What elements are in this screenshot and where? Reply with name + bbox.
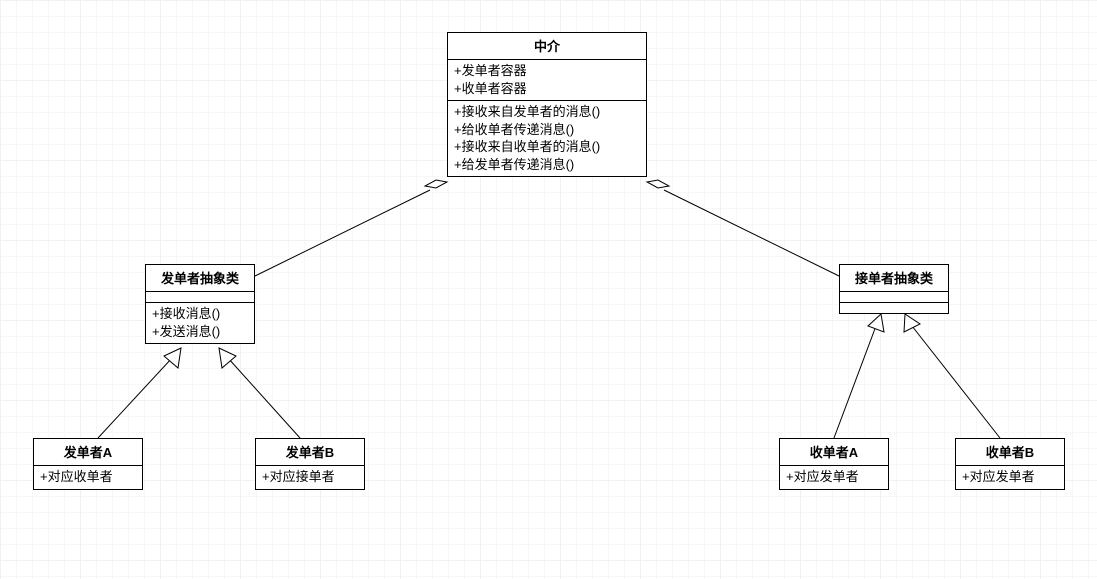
class-operations: +接收消息() +发送消息() xyxy=(146,303,254,343)
attr: +对应发单者 xyxy=(962,468,1058,486)
class-title: 收单者B xyxy=(956,439,1064,466)
class-sender-b[interactable]: 发单者B +对应接单者 xyxy=(255,438,365,490)
class-title: 收单者A xyxy=(780,439,888,466)
attr: +对应收单者 xyxy=(40,468,136,486)
class-title: 发单者抽象类 xyxy=(146,265,254,292)
op: +发送消息() xyxy=(152,323,248,341)
class-attributes: +发单者容器 +收单者容器 xyxy=(448,60,646,101)
class-attributes: +对应收单者 xyxy=(34,466,142,489)
class-mediator[interactable]: 中介 +发单者容器 +收单者容器 +接收来自发单者的消息() +给收单者传递消息… xyxy=(447,32,647,177)
attr: +对应接单者 xyxy=(262,468,358,486)
class-receiver-b[interactable]: 收单者B +对应发单者 xyxy=(955,438,1065,490)
op: +接收消息() xyxy=(152,305,248,323)
class-receiver-abstract[interactable]: 接单者抽象类 xyxy=(839,264,949,314)
op: +接收来自收单者的消息() xyxy=(454,138,640,156)
class-sender-abstract[interactable]: 发单者抽象类 +接收消息() +发送消息() xyxy=(145,264,255,344)
class-operations xyxy=(840,303,948,313)
class-attributes xyxy=(840,292,948,303)
class-sender-a[interactable]: 发单者A +对应收单者 xyxy=(33,438,143,490)
class-title: 发单者B xyxy=(256,439,364,466)
class-attributes: +对应接单者 xyxy=(256,466,364,489)
class-operations: +接收来自发单者的消息() +给收单者传递消息() +接收来自收单者的消息() … xyxy=(448,101,646,176)
class-title: 发单者A xyxy=(34,439,142,466)
op: +给发单者传递消息() xyxy=(454,156,640,174)
class-attributes: +对应发单者 xyxy=(956,466,1064,489)
attr: +发单者容器 xyxy=(454,62,640,80)
class-title: 接单者抽象类 xyxy=(840,265,948,292)
class-receiver-a[interactable]: 收单者A +对应发单者 xyxy=(779,438,889,490)
class-attributes: +对应发单者 xyxy=(780,466,888,489)
op: +接收来自发单者的消息() xyxy=(454,103,640,121)
attr: +收单者容器 xyxy=(454,80,640,98)
class-attributes xyxy=(146,292,254,303)
op: +给收单者传递消息() xyxy=(454,121,640,139)
class-title: 中介 xyxy=(448,33,646,60)
attr: +对应发单者 xyxy=(786,468,882,486)
